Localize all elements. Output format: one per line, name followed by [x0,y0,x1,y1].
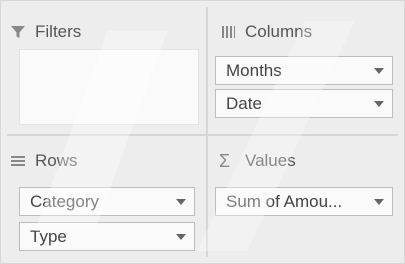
columns-header: Columns [219,15,312,49]
columns-field-months[interactable]: Months [215,56,393,85]
values-header: Σ Values [219,144,296,178]
filters-header: Filters [9,15,81,49]
values-title: Values [245,151,296,170]
field-label: Type [30,226,67,246]
dropdown-caret-icon[interactable] [176,233,186,240]
pivot-field-areas: Filters Columns Months Date Rows Categor… [0,0,405,264]
dropdown-caret-icon[interactable] [374,100,384,107]
values-field-sum-of-amount[interactable]: Sum of Amou... [215,187,393,216]
columns-field-date[interactable]: Date [215,89,393,118]
rows-field-type[interactable]: Type [19,222,195,251]
columns-icon [222,26,235,38]
field-label: Months [226,60,282,80]
filters-title: Filters [35,22,82,41]
field-label: Sum of Amou... [226,191,343,211]
dropdown-caret-icon[interactable] [374,67,384,74]
dropdown-caret-icon[interactable] [176,198,186,205]
dropdown-caret-icon[interactable] [374,198,384,205]
field-label: Date [226,93,262,113]
rows-field-category[interactable]: Category [19,187,195,216]
funnel-icon [11,26,25,38]
field-label: Category [30,191,99,211]
rows-title: Rows [35,151,78,170]
columns-title: Columns [245,22,313,41]
vertical-divider [206,7,208,257]
sigma-icon: Σ [219,151,231,171]
rows-icon [11,156,25,166]
filters-dropzone[interactable] [19,49,199,125]
rows-header: Rows [9,144,78,178]
